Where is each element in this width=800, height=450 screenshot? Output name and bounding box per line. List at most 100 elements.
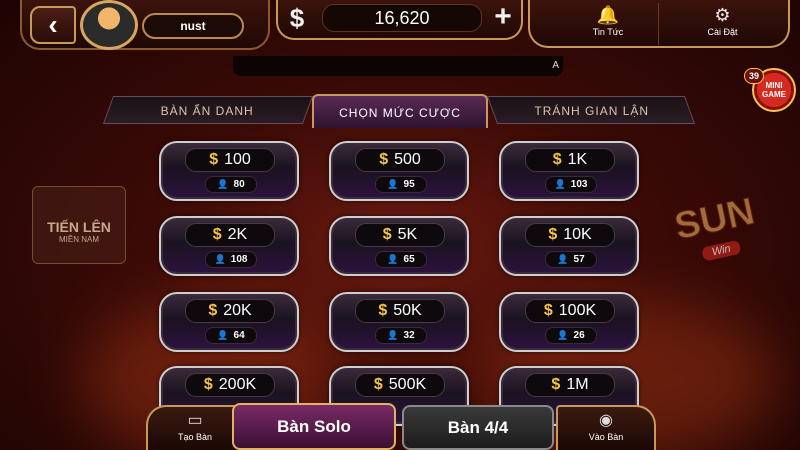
- coin-icon: $: [208, 302, 218, 319]
- bet-level-button[interactable]: $10K 👤 57: [499, 216, 639, 276]
- bet-amount-value: 10K: [563, 226, 592, 243]
- person-icon: 👤: [557, 254, 569, 264]
- player-count: 👤 57: [545, 251, 597, 268]
- person-icon: 👤: [214, 254, 226, 264]
- four-player-table-button[interactable]: Bàn 4/4: [402, 405, 554, 450]
- player-count-value: 32: [403, 330, 415, 341]
- game-logo-title: TIẾN LÊN: [47, 219, 111, 235]
- person-icon: 👤: [217, 330, 229, 340]
- player-count: 👤 64: [205, 327, 257, 344]
- coin-icon: $: [203, 376, 213, 393]
- bet-amount: $1M: [525, 373, 615, 397]
- table-icon: ▭: [187, 412, 203, 429]
- news-marquee: A: [233, 56, 563, 76]
- mini-game-badge: 39: [744, 68, 764, 84]
- person-icon: 👤: [387, 254, 399, 264]
- person-icon: 👤: [387, 330, 399, 340]
- dollar-icon: $: [289, 3, 305, 33]
- news-button[interactable]: 🔔 Tin Tức: [544, 3, 672, 45]
- bet-amount: $1K: [525, 148, 615, 172]
- bet-amount: $20K: [185, 299, 275, 323]
- person-icon: 👤: [217, 179, 229, 189]
- player-count-value: 65: [403, 254, 415, 265]
- player-count-value: 64: [233, 330, 245, 341]
- game-logo-tien-len: TIẾN LÊN MIỀN NAM: [32, 186, 126, 264]
- tab-choose-bet-level[interactable]: CHỌN MỨC CƯỢC: [312, 94, 488, 128]
- avatar[interactable]: [80, 0, 138, 50]
- tab-label: BÀN ẨN DANH: [161, 104, 255, 118]
- bet-level-button[interactable]: $100K 👤 26: [499, 292, 639, 352]
- player-count: 👤 80: [205, 176, 257, 193]
- coin-icon: $: [378, 302, 388, 319]
- bet-amount-value: 1K: [567, 151, 588, 168]
- tab-bar: BÀN ẨN DANH CHỌN MỨC CƯỢC TRÁNH GIAN LẬN: [102, 94, 696, 128]
- create-table-label: Tạo Bàn: [177, 432, 213, 442]
- create-table-button[interactable]: ▭ Tạo Bàn: [146, 405, 244, 450]
- mini-game-label-2: GAME: [762, 90, 786, 99]
- coin-icon: $: [373, 376, 383, 393]
- top-bar: ‹ nust $ 16,620 + 🔔 Tin Tức ⚙ Cài Đặt: [0, 0, 800, 50]
- bet-level-button[interactable]: $1K 👤 103: [499, 141, 639, 201]
- coin-icon: $: [212, 226, 222, 243]
- settings-button[interactable]: ⚙ Cài Đặt: [658, 3, 786, 45]
- bet-amount: $50K: [355, 299, 445, 323]
- bet-level-button[interactable]: $20K 👤 64: [159, 292, 299, 352]
- coin-icon: $: [543, 302, 553, 319]
- settings-label: Cài Đặt: [707, 27, 738, 37]
- player-count: 👤 108: [205, 251, 257, 268]
- person-icon: 👤: [554, 179, 566, 189]
- bet-amount-value: 100K: [558, 302, 597, 319]
- bet-amount: $100: [185, 148, 275, 172]
- tab-label: CHỌN MỨC CƯỢC: [339, 106, 461, 120]
- news-label: Tin Tức: [592, 27, 624, 37]
- balance-value: 16,620: [322, 4, 482, 32]
- bet-amount: $5K: [355, 223, 445, 247]
- coin-icon: $: [552, 151, 562, 168]
- bet-amount-value: 500: [394, 151, 421, 168]
- player-count-value: 26: [573, 330, 585, 341]
- player-count: 👤 32: [375, 327, 427, 344]
- join-table-label: Vào Bàn: [588, 432, 624, 442]
- back-button[interactable]: ‹: [30, 6, 76, 44]
- player-count: 👤 65: [375, 251, 427, 268]
- sunwin-logo: SUN Win: [660, 181, 777, 290]
- bet-level-button[interactable]: $2K 👤 108: [159, 216, 299, 276]
- tab-anti-cheat[interactable]: TRÁNH GIAN LẬN: [486, 96, 696, 124]
- bet-level-button[interactable]: $50K 👤 32: [329, 292, 469, 352]
- coin-icon: $: [551, 376, 561, 393]
- bet-amount-value: 20K: [223, 302, 252, 319]
- bet-level-button[interactable]: $5K 👤 65: [329, 216, 469, 276]
- tab-label: TRÁNH GIAN LẬN: [534, 104, 649, 118]
- player-count: 👤 103: [545, 176, 597, 193]
- player-count-value: 108: [230, 254, 248, 265]
- bottom-bar: ▭ Tạo Bàn ◉ Vào Bàn Bàn Solo Bàn 4/4: [146, 403, 658, 450]
- coin-icon: $: [548, 226, 558, 243]
- top-right-menu: 🔔 Tin Tức ⚙ Cài Đặt: [528, 0, 790, 48]
- gamepad-icon: ◉: [599, 412, 613, 429]
- back-arrow-icon: ‹: [48, 9, 58, 40]
- sunwin-logo-text: SUN: [671, 190, 759, 249]
- bet-amount-value: 500K: [388, 376, 427, 393]
- player-count: 👤 26: [545, 327, 597, 344]
- bet-amount-value: 2K: [227, 226, 248, 243]
- bet-amount: $200K: [185, 373, 275, 397]
- person-icon: 👤: [387, 179, 399, 189]
- solo-table-button[interactable]: Bàn Solo: [232, 403, 396, 450]
- bet-amount: $2K: [185, 223, 275, 247]
- coin-icon: $: [382, 226, 392, 243]
- bet-amount-value: 200K: [218, 376, 257, 393]
- bet-level-button[interactable]: $100 👤 80: [159, 141, 299, 201]
- gear-icon: ⚙: [714, 5, 731, 25]
- balance-panel: $ 16,620 +: [276, 0, 523, 40]
- bet-level-button[interactable]: $500 👤 95: [329, 141, 469, 201]
- marquee-text: A: [552, 60, 559, 71]
- add-funds-button[interactable]: +: [488, 2, 518, 32]
- bet-amount-value: 50K: [393, 302, 422, 319]
- person-icon: 👤: [557, 330, 569, 340]
- tab-anonymous-table[interactable]: BÀN ẨN DANH: [102, 96, 314, 124]
- bell-icon: 🔔: [596, 5, 620, 25]
- bet-amount: $10K: [525, 223, 615, 247]
- join-table-button[interactable]: ◉ Vào Bàn: [556, 405, 656, 450]
- bet-amount-value: 1M: [566, 376, 589, 393]
- player-count-value: 57: [573, 254, 585, 265]
